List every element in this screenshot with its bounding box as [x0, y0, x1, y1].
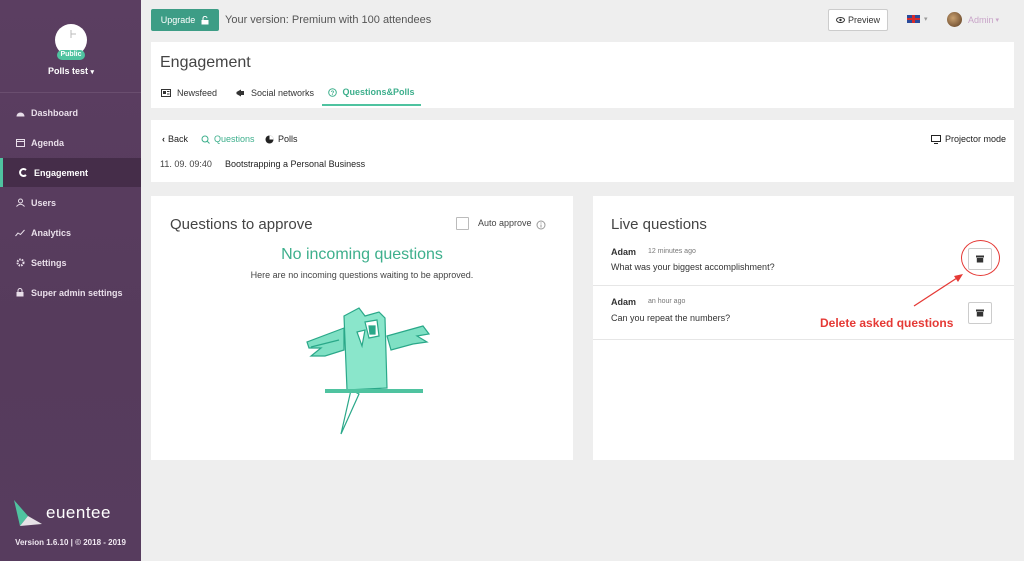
caret-down-icon: ▾ [924, 16, 928, 23]
owl-illustration [306, 307, 431, 435]
user-avatar [947, 12, 962, 27]
sidebar-item-label: Settings [31, 257, 67, 268]
tab-questions-polls[interactable]: ? Questions&Polls [322, 80, 421, 106]
sidebar: Public Polls test ▾ Dashboard Agenda Eng… [0, 0, 141, 561]
event-name: Polls test [47, 66, 88, 76]
sidebar-item-label: Agenda [31, 137, 65, 148]
question-author: Adam [611, 247, 637, 257]
sidebar-item-dashboard[interactable]: Dashboard [0, 98, 141, 127]
monitor-icon [931, 134, 941, 144]
lock-icon [15, 288, 25, 298]
tab-newsfeed[interactable]: Newsfeed [161, 80, 217, 106]
session-panel: ‹ Back Questions Polls Projector mode 11… [151, 120, 1014, 182]
pie-chart-icon [265, 135, 274, 144]
annotation-arrow [913, 274, 963, 307]
polls-link[interactable]: Polls [265, 134, 298, 144]
upgrade-button[interactable]: Upgrade [151, 9, 219, 31]
upgrade-label: Upgrade [160, 15, 196, 25]
version-text: Version 1.6.10 | © 2018 - 2019 [15, 538, 126, 547]
sidebar-item-engagement[interactable]: Engagement [0, 158, 141, 187]
session-time: 11. 09. 09:40 [160, 159, 212, 169]
question-author: Adam [611, 297, 637, 307]
tab-social-networks[interactable]: Social networks [236, 80, 314, 106]
megaphone-icon [236, 89, 246, 97]
version-info: Your version: Premium with 100 attendees [225, 14, 432, 26]
sidebar-item-label: Super admin settings [31, 287, 123, 298]
eventee-logo: euentee [10, 495, 135, 531]
polls-label: Polls [278, 134, 298, 144]
topbar: Upgrade Your version: Premium with 100 a… [141, 0, 1024, 41]
page-title: Engagement [160, 54, 251, 71]
live-title: Live questions [611, 216, 707, 233]
question-time: 12 minutes ago [648, 248, 696, 255]
preview-button[interactable]: Preview [828, 9, 888, 31]
sidebar-item-super-admin[interactable]: Super admin settings [0, 278, 141, 307]
chevron-left-icon: ‹ [162, 134, 165, 144]
question-time: an hour ago [648, 298, 686, 305]
projector-mode-button[interactable]: Projector mode [931, 134, 1006, 144]
unlock-icon [201, 15, 209, 25]
question-circle-icon: ? [328, 87, 338, 97]
admin-menu[interactable]: Admin ▾ [947, 12, 999, 27]
questions-icon [201, 135, 210, 144]
caret-down-icon: ▾ [995, 16, 1000, 24]
session-title: Bootstrapping a Personal Business [225, 159, 366, 169]
tab-label: Social networks [251, 88, 315, 98]
approve-panel: Questions to approve Auto approve No inc… [151, 196, 573, 460]
uk-flag-icon [907, 15, 920, 23]
delete-question-button[interactable] [968, 302, 992, 324]
public-badge: Public [57, 50, 85, 60]
back-link[interactable]: ‹ Back [162, 134, 188, 144]
archive-icon [976, 309, 984, 317]
annotation-label: Delete asked questions [820, 316, 954, 330]
empty-title: No incoming questions [281, 246, 443, 263]
questions-label: Questions [214, 134, 255, 144]
approve-title: Questions to approve [170, 216, 313, 233]
question-text: What was your biggest accomplishment? [611, 262, 775, 272]
calendar-icon [15, 138, 25, 148]
gear-icon [15, 258, 25, 268]
event-selector[interactable]: Polls test ▾ [30, 66, 112, 76]
question-text: Can you repeat the numbers? [611, 313, 731, 323]
auto-approve-checkbox[interactable] [456, 217, 469, 230]
sidebar-item-agenda[interactable]: Agenda [0, 128, 141, 157]
sidebar-item-users[interactable]: Users [0, 188, 141, 217]
empty-text: Here are no incoming questions waiting t… [250, 270, 474, 280]
live-panel: Live questions Adam 12 minutes ago What … [593, 196, 1014, 460]
sidebar-item-analytics[interactable]: Analytics [0, 218, 141, 247]
dashboard-icon [15, 108, 25, 118]
engagement-icon [18, 168, 28, 178]
sidebar-item-label: Analytics [31, 227, 72, 238]
tab-label: Newsfeed [177, 88, 218, 98]
questions-link[interactable]: Questions [201, 134, 255, 144]
tab-label: Questions&Polls [342, 87, 415, 97]
sidebar-item-label: Users [31, 197, 57, 208]
svg-text:?: ? [331, 90, 335, 96]
back-label: Back [168, 134, 189, 144]
auto-approve-label: Auto approve [478, 218, 532, 228]
sidebar-item-label: Engagement [34, 167, 89, 178]
preview-label: Preview [847, 15, 880, 25]
eye-icon [835, 17, 845, 23]
logo-text: euentee [46, 503, 111, 522]
users-icon [15, 198, 25, 208]
sidebar-divider [0, 92, 141, 93]
sidebar-item-label: Dashboard [31, 107, 79, 118]
admin-label: Admin [968, 14, 994, 25]
caret-down-icon: ▾ [90, 69, 95, 76]
sidebar-item-settings[interactable]: Settings [0, 248, 141, 277]
chart-icon [15, 228, 25, 238]
info-icon[interactable] [536, 217, 546, 235]
newspaper-icon [161, 89, 171, 97]
eventee-logo-icon [14, 500, 42, 526]
projector-label: Projector mode [945, 134, 1007, 144]
language-selector[interactable]: ▾ [907, 15, 928, 23]
